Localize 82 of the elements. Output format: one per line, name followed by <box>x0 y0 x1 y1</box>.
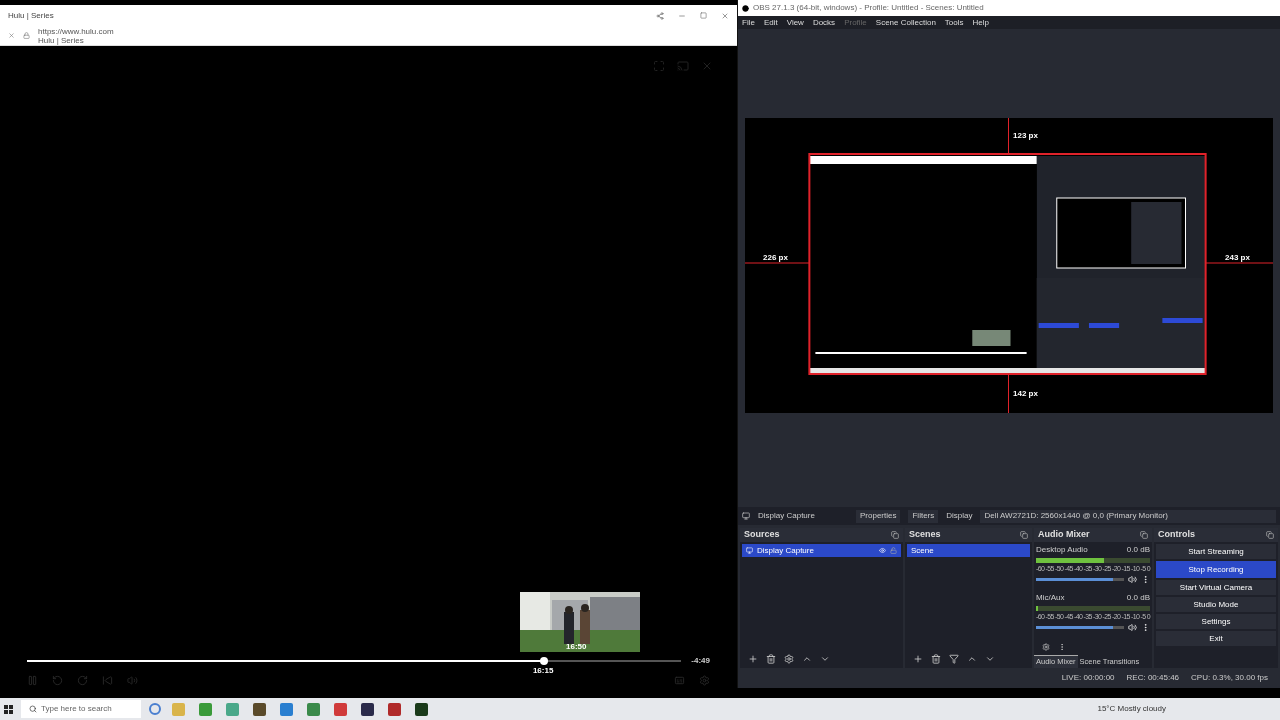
app-icon[interactable] <box>415 702 428 716</box>
menu-item[interactable]: Help <box>972 16 989 29</box>
control-button[interactable]: Exit <box>1156 631 1276 646</box>
menu-item[interactable]: Edit <box>763 16 778 29</box>
add-icon[interactable] <box>913 654 923 664</box>
rec-status: REC: 00:45:46 <box>1126 672 1180 684</box>
toolbar-button[interactable]: Filters <box>908 509 939 523</box>
undock-icon[interactable] <box>1140 531 1148 539</box>
display-label: Display <box>946 510 973 522</box>
menu-item[interactable]: Scene Collection <box>875 16 936 29</box>
more-icon[interactable] <box>1141 575 1150 584</box>
search-placeholder: Type here to search <box>41 703 112 715</box>
window-title: OBS 27.1.3 (64-bit, windows) - Profile: Untitled - Scenes: Untitled <box>753 2 984 14</box>
more-icon[interactable] <box>1058 643 1066 651</box>
dock-title: Controls <box>1158 528 1195 542</box>
display-select[interactable]: Dell AW2721D: 2560x1440 @ 0,0 (Primary Monitor) <box>980 509 1276 523</box>
close-icon[interactable] <box>721 11 729 20</box>
weather-text[interactable]: 15°C Mostly cloudy <box>1097 703 1166 715</box>
undock-icon[interactable] <box>1020 531 1028 539</box>
app-icon[interactable] <box>388 702 401 716</box>
search-field[interactable]: Type here to search <box>21 700 141 718</box>
monitor-icon <box>746 547 753 554</box>
monitor-icon <box>742 512 750 520</box>
control-button[interactable]: Start Streaming <box>1156 544 1276 559</box>
distance-label: 243 px <box>1225 252 1250 264</box>
control-button[interactable]: Stop Recording <box>1156 561 1276 578</box>
window-title: Hulu | Series <box>8 9 54 22</box>
eye-icon[interactable] <box>879 547 886 554</box>
move-up-icon[interactable] <box>967 654 977 664</box>
distance-label: 226 px <box>763 252 788 264</box>
remove-icon[interactable] <box>766 654 776 664</box>
speaker-icon[interactable] <box>1128 575 1137 584</box>
live-status: LIVE: 00:00:00 <box>1061 672 1115 684</box>
unlock-icon[interactable] <box>890 547 897 554</box>
move-down-icon[interactable] <box>985 654 995 664</box>
source-item[interactable]: Display Capture <box>742 544 901 557</box>
menu-item[interactable]: View <box>786 16 804 29</box>
distance-label: 142 px <box>1013 388 1038 400</box>
url-text[interactable]: https://www.hulu.com <box>38 26 114 36</box>
progress-thumb[interactable] <box>539 657 548 665</box>
filter-icon[interactable] <box>949 654 959 664</box>
share-icon[interactable] <box>656 11 664 20</box>
source-name: Display Capture <box>758 510 816 522</box>
scene-item[interactable]: Scene <box>907 544 1030 557</box>
control-button[interactable]: Studio Mode <box>1156 597 1276 612</box>
page-title: Hulu | Series <box>38 35 84 45</box>
menu-item[interactable]: Tools <box>944 16 964 29</box>
app-icon[interactable] <box>253 702 266 716</box>
more-icon[interactable] <box>1141 623 1150 632</box>
distance-label: 123 px <box>1013 130 1038 142</box>
menu-item[interactable]: Docks <box>812 16 836 29</box>
current-time: 16:15 <box>532 665 554 677</box>
undock-icon[interactable] <box>1266 531 1274 539</box>
channel-name: Mic/Aux <box>1036 592 1065 604</box>
remove-icon[interactable] <box>931 654 941 664</box>
control-button[interactable]: Settings <box>1156 614 1276 629</box>
close-icon[interactable] <box>8 32 15 39</box>
channel-reading: 0.0 dB <box>1126 592 1150 604</box>
windows-start-icon[interactable] <box>4 704 13 714</box>
channel-name: Desktop Audio <box>1036 544 1088 556</box>
speaker-icon[interactable] <box>1128 623 1137 632</box>
toolbar-button[interactable]: Properties <box>856 509 901 523</box>
lock-icon <box>23 32 30 39</box>
remaining-time: -4:49 <box>691 655 710 667</box>
undock-icon[interactable] <box>891 531 899 539</box>
source-name: Display Capture <box>757 544 815 557</box>
preview-time: 16:50 <box>566 641 587 653</box>
app-icon[interactable] <box>361 702 374 716</box>
app-logo-icon <box>742 4 749 12</box>
channel-reading: 0.0 dB <box>1126 544 1150 556</box>
move-down-icon[interactable] <box>820 654 830 664</box>
assistant-icon[interactable] <box>149 703 161 715</box>
maximize-icon[interactable] <box>700 12 707 19</box>
dock-title: Audio Mixer <box>1038 528 1090 542</box>
dock-title: Sources <box>744 528 780 542</box>
search-icon <box>29 705 37 713</box>
control-button[interactable]: Start Virtual Camera <box>1156 580 1276 595</box>
dock-title: Scenes <box>909 528 941 542</box>
move-up-icon[interactable] <box>802 654 812 664</box>
menu-item[interactable]: File <box>742 16 755 29</box>
add-icon[interactable] <box>748 654 758 664</box>
cpu-status: CPU: 0.3%, 30.00 fps <box>1191 672 1268 684</box>
